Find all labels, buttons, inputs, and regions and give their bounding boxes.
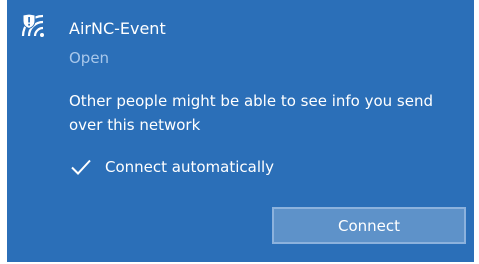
security-warning-text: Other people might be able to see info y… bbox=[69, 92, 433, 134]
checkmark-icon[interactable] bbox=[69, 155, 93, 179]
wifi-shield-warning-icon bbox=[21, 13, 51, 44]
connect-button[interactable]: Connect bbox=[272, 207, 466, 244]
network-security-status: Open bbox=[69, 49, 110, 67]
wifi-network-panel: AirNC-Event Open Other people might be a… bbox=[7, 0, 474, 262]
network-name: AirNC-Event bbox=[69, 19, 166, 38]
connect-automatically-checkbox[interactable]: Connect automatically bbox=[69, 154, 274, 180]
connect-automatically-label[interactable]: Connect automatically bbox=[105, 157, 274, 177]
